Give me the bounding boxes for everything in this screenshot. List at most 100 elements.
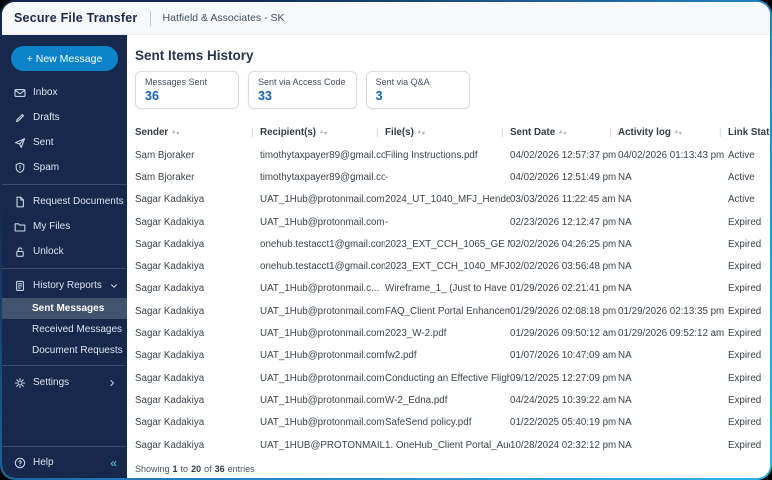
- table-row[interactable]: Sagar Kadakiya UAT_1Hub@protonmail.com f…: [127, 345, 770, 367]
- cell-recipient: UAT_1Hub@protonmail.com: [260, 417, 385, 428]
- cell-activity-log: NA: [618, 283, 632, 295]
- table-row[interactable]: Sagar Kadakiya UAT_1Hub@protonmail.com -…: [127, 211, 770, 233]
- cell-recipient: timothytaxpayer89@gmail.com: [260, 172, 385, 183]
- sort-icon[interactable]: ▴ ▾: [418, 129, 425, 137]
- app-window: Secure File Transfer Hatfield & Associat…: [2, 2, 770, 478]
- cell-sender: Sagar Kadakiya: [135, 394, 205, 406]
- stat-label: Sent via Access Code: [258, 77, 346, 87]
- cell-sender: Sagar Kadakiya: [135, 216, 205, 228]
- sort-icon[interactable]: ▴ ▾: [675, 129, 682, 137]
- sort-icon[interactable]: ▴ ▾: [559, 129, 566, 137]
- cell-link-status: Expired: [728, 216, 762, 228]
- cell-activity-log: NA: [618, 238, 632, 250]
- table-row[interactable]: Sam Bjoraker timothytaxpayer89@gmail.com…: [127, 144, 770, 166]
- sidebar-item-inbox[interactable]: Inbox: [2, 80, 127, 105]
- new-message-button[interactable]: + New Message: [11, 46, 118, 71]
- sidebar-item-help[interactable]: Help «: [2, 446, 127, 478]
- table-row[interactable]: Sagar Kadakiya UAT_1Hub@protonmail.com F…: [127, 300, 770, 322]
- cell-sent-date: 10/28/2024 02:32:12 pm: [510, 439, 617, 451]
- table-row[interactable]: Sagar Kadakiya UAT_1Hub@protonmail.com 2…: [127, 189, 770, 211]
- cell-recipient: UAT_1Hub@protonmail.com: [260, 306, 385, 317]
- sidebar-item-label: Settings: [33, 377, 70, 388]
- chevron-right-icon[interactable]: [107, 378, 117, 388]
- column-header-link-status[interactable]: Link Status ▴▾: [719, 127, 770, 138]
- cell-file: SafeSend policy.pdf: [385, 417, 472, 429]
- cell-file: -: [385, 171, 389, 183]
- cell-sender: Sagar Kadakiya: [135, 305, 205, 317]
- table-row[interactable]: Sagar Kadakiya UAT_1Hub@protonmail.com S…: [127, 412, 770, 434]
- cell-recipient: timothytaxpayer89@gmail.com: [260, 150, 385, 161]
- cell-file: -: [385, 216, 389, 228]
- sidebar-item-label: History Reports: [33, 280, 102, 291]
- recipient-email: UAT_1Hub@protonmail.com: [260, 417, 385, 429]
- sidebar-item-request-documents[interactable]: Request Documents: [2, 189, 127, 214]
- table-row[interactable]: Sagar Kadakiya UAT_1Hub@protonmail.com W…: [127, 389, 770, 411]
- sidebar-divider: [2, 365, 127, 366]
- table-row[interactable]: Sagar Kadakiya UAT_1Hub@protonmail.c... …: [127, 278, 770, 300]
- cell-link-status: Expired: [728, 439, 762, 451]
- sidebar-item-drafts[interactable]: Drafts: [2, 105, 127, 130]
- sidebar-item-label: Spam: [33, 162, 60, 173]
- recipient-email: UAT_1Hub@protonmail.com: [260, 305, 385, 317]
- showing-to: 20: [191, 464, 202, 475]
- cell-sender: Sagar Kadakiya: [135, 261, 205, 273]
- cell-link-status: Expired: [728, 328, 762, 340]
- organization-name: Hatfield & Associates - SK: [162, 12, 285, 24]
- table-row[interactable]: Sagar Kadakiya UAT_1Hub@protonmail.com C…: [127, 367, 770, 389]
- cell-sender: Sam Bjoraker: [135, 171, 195, 183]
- document-icon: [14, 196, 26, 208]
- chevron-down-icon[interactable]: [109, 281, 119, 291]
- sidebar-item-history-reports[interactable]: History Reports: [2, 273, 127, 298]
- recipient-email: timothytaxpayer89@gmail.com: [260, 171, 385, 183]
- column-header-sender[interactable]: Sender ▴ ▾: [135, 127, 260, 138]
- sidebar-item-my-files[interactable]: My Files: [2, 214, 127, 239]
- table-row[interactable]: Sagar Kadakiya onehub.testacct1@gmail.co…: [127, 233, 770, 255]
- column-header-activity-log[interactable]: Activity log ▴▾: [609, 127, 728, 138]
- cell-sent-date: 02/23/2026 12:12:47 pm: [510, 216, 617, 228]
- cell-file: 2024_UT_1040_MFJ_Henderson....: [385, 194, 510, 206]
- recipient-email: UAT_1Hub@protonmail.com: [260, 372, 385, 384]
- stat-label: Messages Sent: [145, 77, 208, 87]
- cell-link-status: Expired: [728, 394, 762, 406]
- recipient-email: onehub.testacct1@gmail.com: [260, 238, 385, 250]
- table-row[interactable]: Sagar Kadakiya UAT_1Hub@protonmail.com 2…: [127, 322, 770, 344]
- recipient-email: onehub.testacct1@gmail.com: [260, 261, 385, 273]
- cell-recipient: UAT_1Hub@protonmail.com: [260, 328, 385, 339]
- sort-icon[interactable]: ▴ ▾: [172, 129, 179, 137]
- sidebar-item-label: Drafts: [33, 112, 60, 123]
- question-circle-icon: [14, 457, 26, 469]
- page-title: Sent Items History: [135, 48, 254, 63]
- shield-alert-icon: [14, 162, 26, 174]
- sidebar-subitem-received-messages[interactable]: Received Messages: [2, 319, 127, 340]
- collapse-sidebar-icon[interactable]: «: [110, 456, 117, 470]
- sidebar-item-settings[interactable]: Settings: [2, 370, 127, 395]
- sidebar-divider: [2, 184, 127, 185]
- sidebar-item-unlock[interactable]: Unlock: [2, 239, 127, 264]
- table-row[interactable]: Sam Bjoraker timothytaxpayer89@gmail.com…: [127, 166, 770, 188]
- column-header-files[interactable]: File(s) ▴▾: [376, 127, 510, 138]
- column-header-recipients[interactable]: Recipient(s) ▴▾: [251, 127, 385, 138]
- cell-sent-date: 04/02/2026 12:57:37 pm: [510, 149, 617, 161]
- sidebar-subitem-sent-messages[interactable]: Sent Messages: [2, 298, 127, 319]
- column-header-sent-date[interactable]: Sent Date ▴▾: [501, 127, 618, 138]
- sidebar-item-sent[interactable]: Sent: [2, 130, 127, 155]
- sort-icon[interactable]: ▴ ▾: [320, 129, 327, 137]
- cell-sender: Sagar Kadakiya: [135, 350, 205, 362]
- cell-sender: Sagar Kadakiya: [135, 439, 205, 451]
- stat-card: Messages Sent 36: [135, 71, 239, 109]
- table-row[interactable]: Sagar Kadakiya onehub.testacct1@gmail.co…: [127, 255, 770, 277]
- app-title: Secure File Transfer: [14, 11, 138, 25]
- cell-activity-log: 04/02/2026 01:13:43 pm: [618, 149, 725, 161]
- cell-sent-date: 01/07/2026 10:47:09 am: [510, 350, 617, 362]
- stat-value: 36: [145, 89, 159, 103]
- sidebar-subitem-document-requests[interactable]: Document Requests: [2, 340, 127, 361]
- sidebar-item-spam[interactable]: Spam: [2, 155, 127, 180]
- paper-plane-icon: [14, 137, 26, 149]
- cell-sender: Sagar Kadakiya: [135, 328, 205, 340]
- gear-icon: [14, 377, 26, 389]
- cell-sent-date: 01/29/2026 09:50:12 am: [510, 328, 617, 340]
- cell-recipient: onehub.testacct1@gmail.com: [260, 261, 385, 272]
- cell-activity-log: NA: [618, 439, 632, 451]
- table-row[interactable]: Sagar Kadakiya UAT_1HUB@PROTONMAIL.COM 1…: [127, 434, 770, 456]
- cell-file: FAQ_Client Portal Enhancement_...: [385, 305, 510, 317]
